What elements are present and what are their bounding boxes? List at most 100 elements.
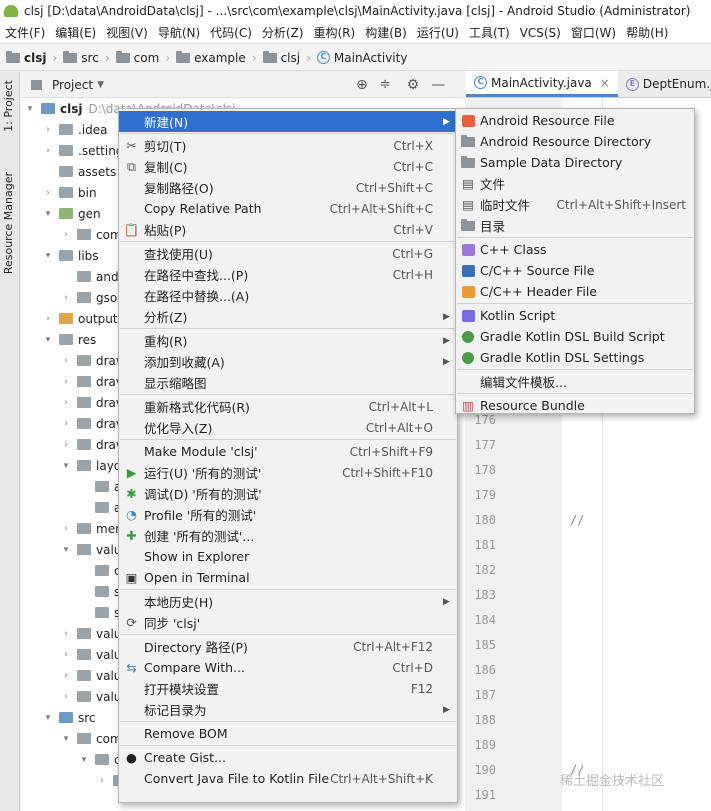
menu-item[interactable]: 导航(N) [153,24,205,41]
context-menu-item[interactable]: 标记目录为 ▶ [119,699,457,720]
collapsed-arrow-icon[interactable]: › [61,377,71,387]
collapsed-arrow-icon[interactable]: › [97,776,107,786]
tree-item[interactable]: ▾ valu [61,539,122,560]
minimize-icon[interactable]: — [431,77,445,93]
menu-item[interactable]: 重构(R) [309,24,361,41]
menu-item[interactable]: 代码(C) [205,24,257,41]
tree-item[interactable]: › com [61,224,121,245]
tree-item[interactable]: a [79,497,121,518]
tree-item[interactable]: › valu [61,665,121,686]
context-menu-item[interactable]: Remove BOM [119,723,457,744]
collapsed-arrow-icon[interactable]: › [61,419,71,429]
tree-item[interactable]: › valu [61,623,121,644]
submenu-item[interactable]: Gradle Kotlin DSL Build Script [456,326,694,347]
breadcrumb-item[interactable]: com [115,50,159,65]
breadcrumb-item[interactable]: clsj [6,50,46,65]
tree-item[interactable]: › .setting [43,140,123,161]
context-menu-item[interactable]: ⇆ Compare With... Ctrl+D [119,657,457,678]
context-menu-item[interactable]: 复制路径(O) Ctrl+Shift+C [119,177,457,198]
tree-item[interactable]: c [79,560,121,581]
context-menu-item[interactable]: 查找使用(U) Ctrl+G [119,243,457,264]
context-menu-item[interactable]: Convert Java File to Kotlin File Ctrl+Alt… [119,768,457,789]
locate-icon[interactable]: ⊕ [356,77,368,93]
context-menu-item[interactable]: 📋 粘贴(P) Ctrl+V [119,219,457,240]
tree-item[interactable]: ▾ src [43,707,96,728]
submenu-item[interactable]: C/C++ Source File [456,260,694,281]
project-tool-tab[interactable]: 1: Project [2,80,15,132]
tree-item[interactable]: › bin [43,182,96,203]
collapsed-arrow-icon[interactable]: › [61,629,71,639]
menu-item[interactable]: 编辑(E) [50,24,101,41]
tree-item[interactable]: s [79,581,120,602]
expanded-arrow-icon[interactable]: ▾ [43,713,53,723]
collapsed-arrow-icon[interactable]: › [61,650,71,660]
tree-item[interactable]: › gso [61,287,117,308]
context-menu-item[interactable]: 添加到收藏(A) ▶ [119,351,457,372]
project-panel-title[interactable]: Project [52,78,93,92]
submenu-item[interactable]: C/C++ Header File [456,281,694,302]
close-icon[interactable]: × [600,76,610,90]
tab-main-activity[interactable]: C MainActivity.java × [466,71,618,97]
submenu-item[interactable]: Sample Data Directory [456,152,694,173]
collapsed-arrow-icon[interactable]: › [61,692,71,702]
context-menu-item[interactable]: ▶ 运行(U) '所有的测试' Ctrl+Shift+F10 [119,462,457,483]
submenu-item[interactable]: Android Resource File [456,110,694,131]
context-menu-item[interactable]: 在路径中查找...(P) Ctrl+H [119,264,457,285]
tree-item[interactable]: s [79,602,120,623]
context-menu-item[interactable]: Make Module 'clsj' Ctrl+Shift+F9 [119,441,457,462]
submenu-item[interactable]: ▤ 临时文件 Ctrl+Alt+Shift+Insert [456,194,694,215]
context-menu-item[interactable]: ● Create Gist... [119,747,457,768]
breadcrumb-item[interactable]: clsj [262,50,300,65]
tree-item[interactable]: › drav [61,350,123,371]
menu-item[interactable]: 视图(V) [101,24,153,41]
collapsed-arrow-icon[interactable]: › [61,440,71,450]
submenu-item[interactable]: 编辑文件模板... [456,371,694,392]
tree-item[interactable]: assets [43,161,116,182]
collapsed-arrow-icon[interactable]: › [43,146,53,156]
submenu-item[interactable]: 目录 [456,215,694,236]
expanded-arrow-icon[interactable]: ▾ [43,251,53,261]
expanded-arrow-icon[interactable]: ▾ [43,209,53,219]
gear-icon[interactable]: ⚙ [407,77,420,93]
context-menu-item[interactable]: 重构(R) ▶ [119,330,457,351]
expanded-arrow-icon[interactable]: ▾ [61,734,71,744]
tree-item[interactable]: › drav [61,413,123,434]
breadcrumb-item[interactable]: src [63,50,99,65]
tree-item[interactable]: ▾ com [61,728,122,749]
tree-item[interactable]: a [79,476,121,497]
menu-item[interactable]: 文件(F) [0,24,50,41]
breadcrumb-item[interactable]: C MainActivity [316,51,407,65]
menu-item[interactable]: 工具(T) [464,24,515,41]
collapsed-arrow-icon[interactable]: › [61,671,71,681]
submenu-item[interactable]: ▥ Resource Bundle [456,395,694,416]
collapsed-arrow-icon[interactable]: › [61,356,71,366]
collapsed-arrow-icon[interactable]: › [61,293,71,303]
menu-item[interactable]: 帮助(H) [621,24,673,41]
tree-item[interactable]: › drav [61,392,123,413]
context-menu-item[interactable]: ⧉ 复制(C) Ctrl+C [119,156,457,177]
tree-item[interactable]: ▾ layo [61,455,121,476]
tree-item[interactable]: › output [43,308,117,329]
tree-item[interactable]: ▾ libs [43,245,99,266]
resource-manager-tab[interactable]: Resource Manager [2,172,15,274]
menu-item[interactable]: 窗口(W) [566,24,621,41]
context-menu-item[interactable]: 打开模块设置 F12 [119,678,457,699]
submenu-item[interactable]: C++ Class [456,239,694,260]
tree-item[interactable]: and [61,266,119,287]
context-menu-item[interactable]: ✱ 调试(D) '所有的测试' [119,483,457,504]
chevron-down-icon[interactable]: ▼ [97,80,104,90]
collapse-icon[interactable]: ≑ [380,77,391,92]
context-menu-item[interactable]: ✂ 剪切(T) Ctrl+X [119,135,457,156]
submenu-item[interactable]: ▤ 文件 [456,173,694,194]
collapsed-arrow-icon[interactable]: › [61,524,71,534]
menu-item[interactable]: 运行(U) [412,24,464,41]
context-menu-item[interactable]: 优化导入(Z) Ctrl+Alt+O [119,417,457,438]
expanded-arrow-icon[interactable]: ▾ [25,104,35,114]
tree-item[interactable]: › valu [61,644,121,665]
menu-item[interactable]: 构建(B) [360,24,412,41]
submenu-item[interactable]: Android Resource Directory [456,131,694,152]
context-menu-item[interactable]: 在路径中替换...(A) [119,285,457,306]
tree-item[interactable]: ▾c [79,749,121,770]
tree-item[interactable]: › valu [61,686,121,707]
tree-item[interactable]: › drav [61,434,123,455]
